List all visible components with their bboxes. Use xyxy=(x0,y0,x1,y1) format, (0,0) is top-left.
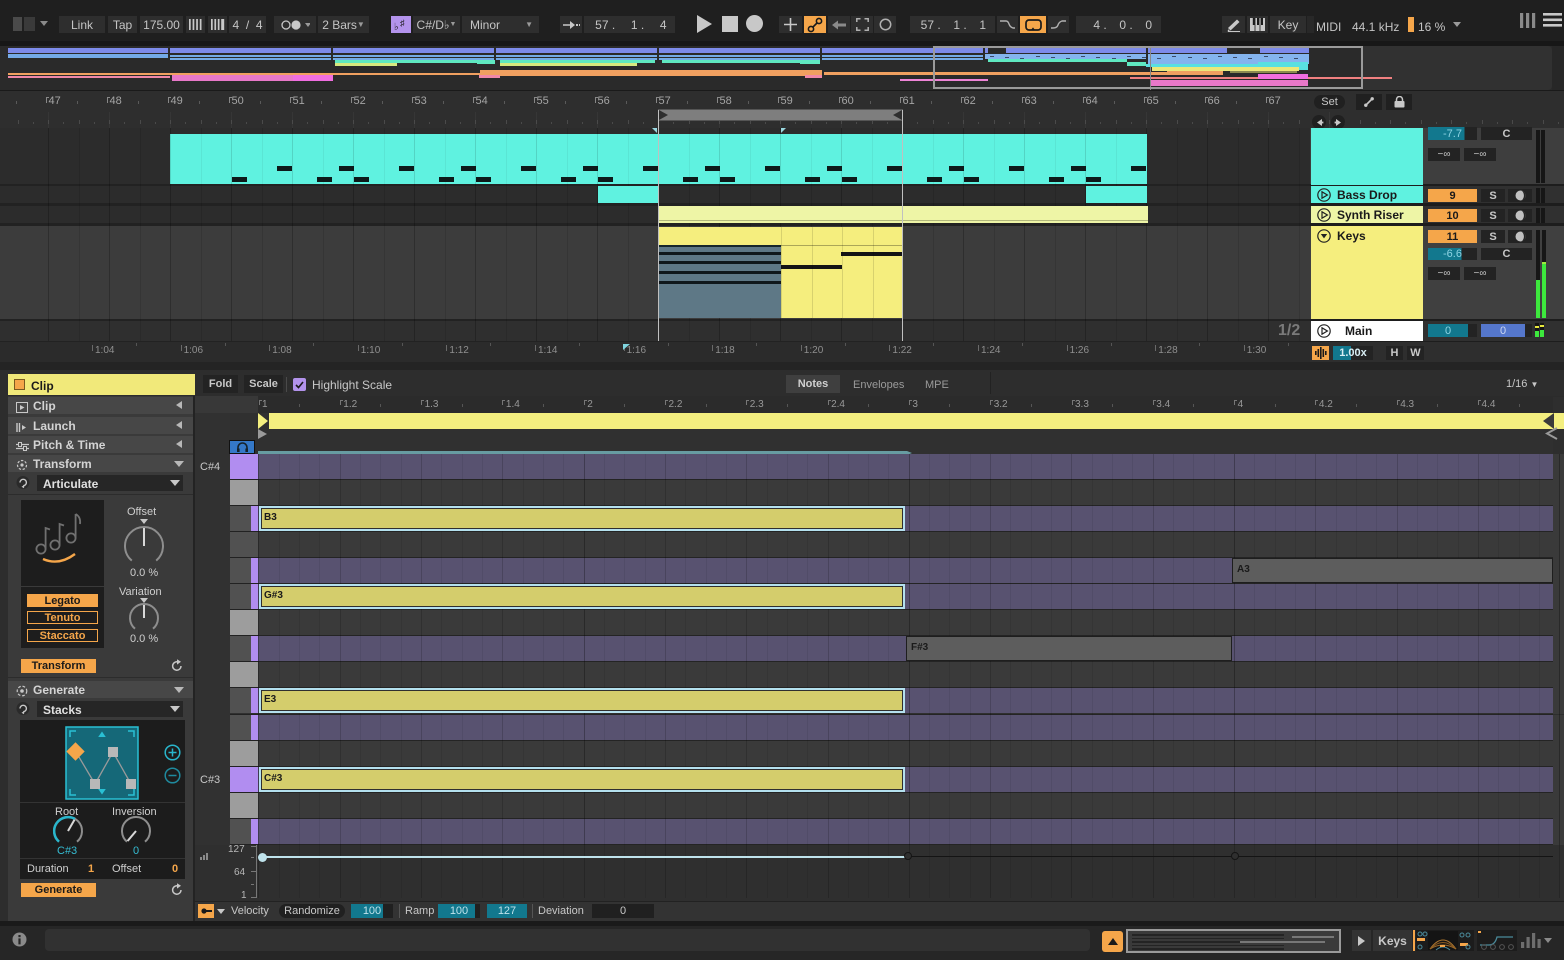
svg-text:♯: ♯ xyxy=(400,18,405,28)
svg-text:♭: ♭ xyxy=(394,22,399,32)
